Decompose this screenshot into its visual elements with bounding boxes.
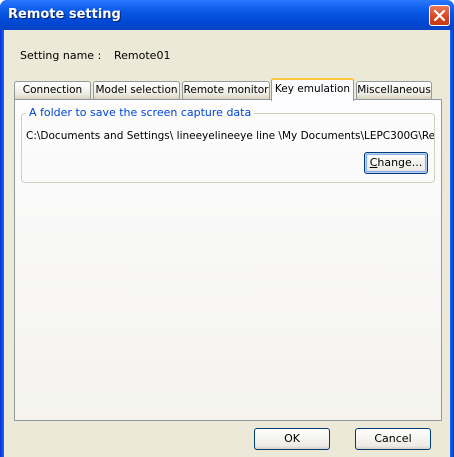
window-title: Remote setting	[8, 7, 121, 22]
setting-name-label: Setting name :	[20, 49, 102, 62]
capture-folder-group: A folder to save the screen capture data…	[21, 106, 435, 183]
tab-panel-key-emulation: A folder to save the screen capture data…	[14, 99, 442, 421]
change-button[interactable]: Change...	[364, 152, 428, 174]
tab-remote-monitor[interactable]: Remote monitor	[182, 81, 270, 99]
close-icon	[434, 10, 445, 21]
title-bar[interactable]: Remote setting	[0, 0, 454, 30]
tab-model-selection[interactable]: Model selection	[93, 81, 180, 99]
cancel-button[interactable]: Cancel	[355, 428, 431, 450]
tab-connection[interactable]: Connection	[14, 81, 91, 99]
group-caption: A folder to save the screen capture data	[26, 106, 255, 119]
tab-strip: Connection Model selection Remote monito…	[14, 78, 442, 101]
tab-key-emulation[interactable]: Key emulation	[271, 78, 354, 101]
ok-button[interactable]: OK	[254, 428, 330, 450]
setting-name-value: Remote01	[114, 49, 171, 62]
close-button[interactable]	[429, 5, 450, 26]
dialog-window: Remote setting Setting name : Remote01 C…	[0, 0, 454, 457]
dialog-client-area: Setting name : Remote01 Connection Model…	[4, 30, 450, 457]
capture-folder-path: C:\Documents and Settings\ lineeyelineey…	[26, 130, 434, 142]
frame-right-edge	[450, 30, 454, 457]
tab-miscellaneous[interactable]: Miscellaneous	[356, 81, 432, 99]
change-button-label: hange...	[377, 156, 423, 169]
